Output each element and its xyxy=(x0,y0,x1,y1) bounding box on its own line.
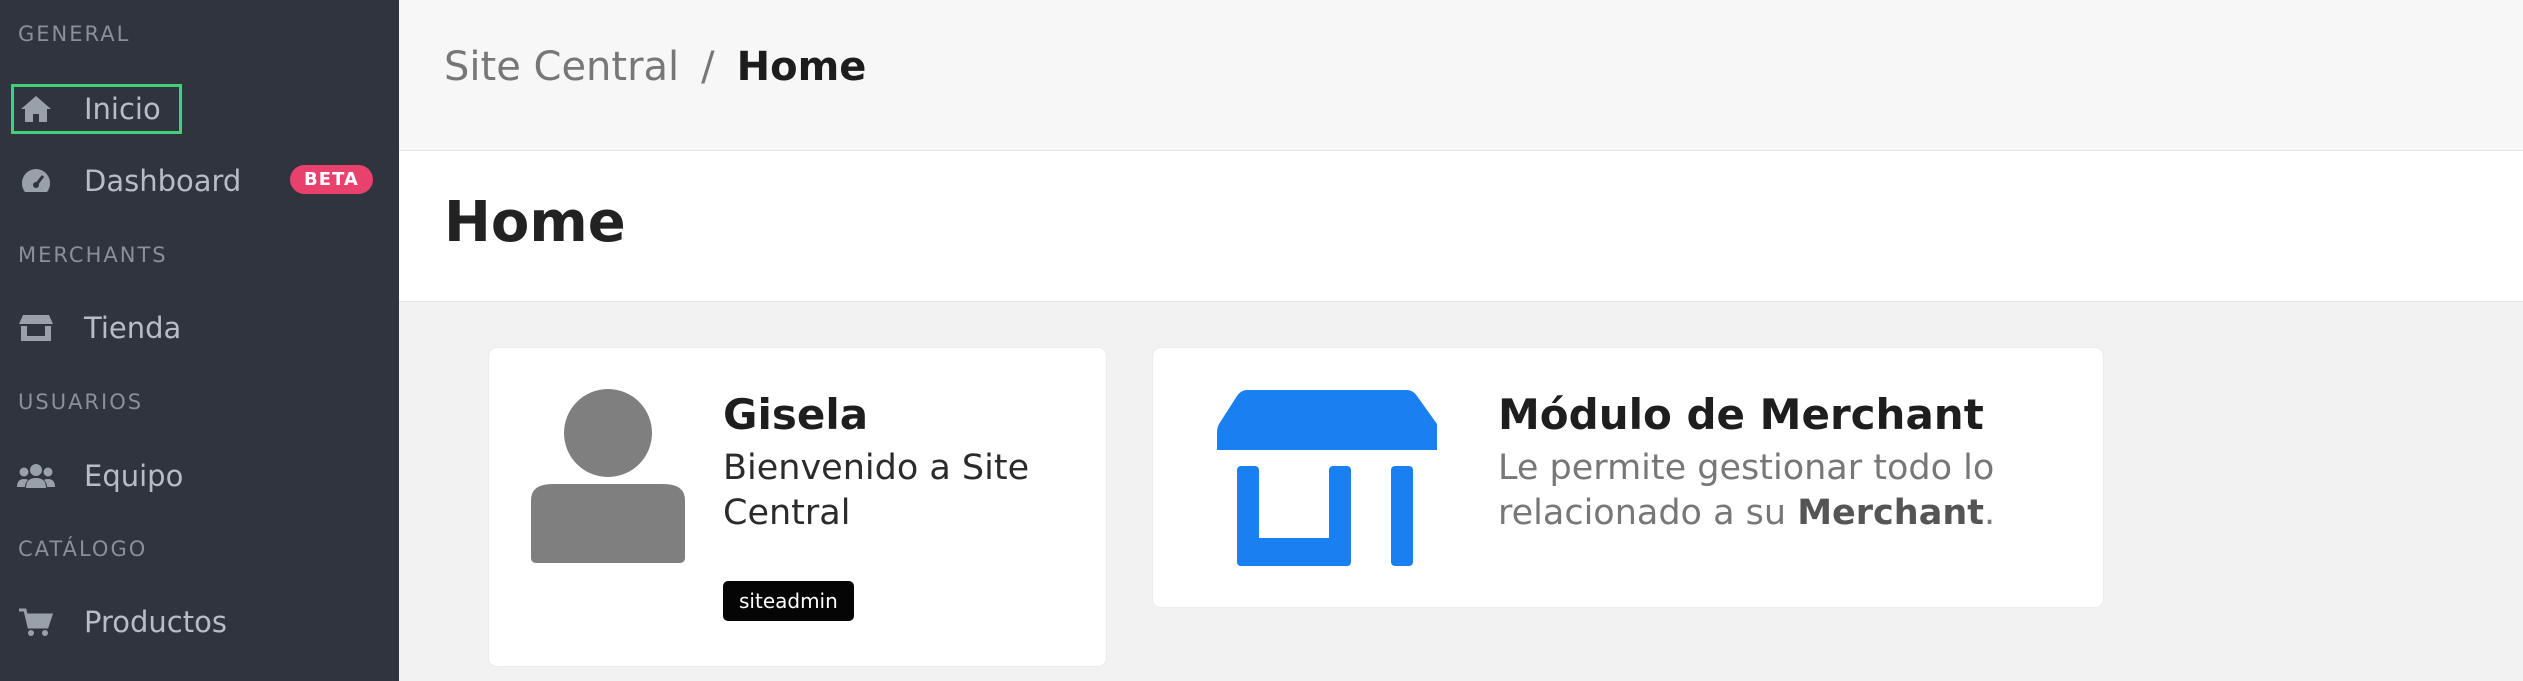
breadcrumb-current: Home xyxy=(736,44,867,90)
user-card: Gisela Bienvenido a Site Central siteadm… xyxy=(489,348,1106,666)
user-name: Gisela xyxy=(723,390,869,439)
home-icon xyxy=(14,87,58,131)
beta-badge: BETA xyxy=(290,165,373,194)
store-icon xyxy=(14,306,58,350)
merchant-desc-bold: Merchant xyxy=(1797,493,1984,533)
breadcrumb: Site Central / Home xyxy=(444,44,866,90)
sidebar-item-tienda[interactable]: Tienda xyxy=(14,306,181,350)
merchant-description: Le permite gestionar todo lo relacionado… xyxy=(1498,446,2058,536)
section-general: GENERAL xyxy=(18,22,131,46)
sidebar-item-equipo[interactable]: Equipo xyxy=(14,454,183,498)
sidebar-item-dashboard[interactable]: Dashboard xyxy=(14,159,241,203)
section-catalogo: CATÁLOGO xyxy=(18,537,148,561)
breadcrumb-separator: / xyxy=(701,44,715,90)
section-merchants: MERCHANTS xyxy=(18,243,168,267)
sidebar-item-label: Dashboard xyxy=(84,164,242,198)
dashboard-icon xyxy=(14,159,58,203)
breadcrumb-parent[interactable]: Site Central xyxy=(444,44,679,90)
section-usuarios: USUARIOS xyxy=(18,390,144,414)
sidebar-item-label: Productos xyxy=(84,605,227,639)
team-icon xyxy=(14,454,58,498)
page-header xyxy=(399,151,2523,302)
page-title: Home xyxy=(444,190,626,255)
sidebar: GENERAL Inicio Dashboard BETA MERCHANTS xyxy=(0,0,399,681)
merchant-card[interactable]: Módulo de Merchant Le permite gestionar … xyxy=(1153,348,2103,607)
merchant-title: Módulo de Merchant xyxy=(1498,390,1984,439)
sidebar-item-label: Tienda xyxy=(84,311,182,345)
role-badge: siteadmin xyxy=(723,581,854,621)
store-icon xyxy=(1217,390,1439,570)
sidebar-item-productos[interactable]: Productos xyxy=(14,600,227,644)
sidebar-item-inicio[interactable]: Inicio xyxy=(11,84,182,134)
user-welcome: Bienvenido a Site Central xyxy=(723,448,1030,533)
sidebar-item-label: Equipo xyxy=(84,459,184,493)
user-avatar-icon xyxy=(531,388,685,570)
cart-icon xyxy=(14,600,58,644)
sidebar-item-label: Inicio xyxy=(84,92,161,126)
merchant-desc-end: . xyxy=(1983,493,1996,533)
